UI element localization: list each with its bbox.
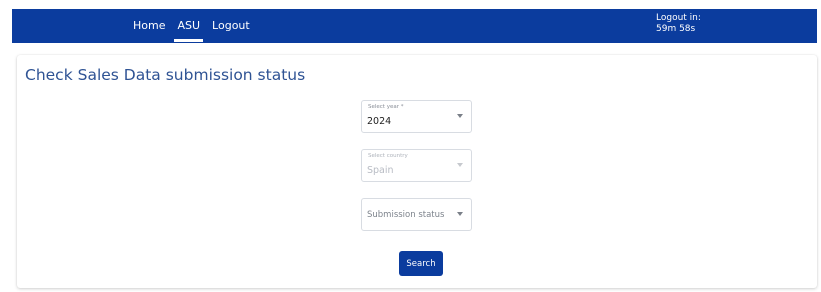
status-check-card: Check Sales Data submission status Selec… bbox=[17, 55, 817, 288]
year-select[interactable]: Select year * 2024 bbox=[361, 100, 472, 133]
top-navigation-bar: Home ASU Logout Logout in: 59m 58s bbox=[12, 9, 817, 43]
chevron-down-icon bbox=[457, 163, 463, 167]
main-nav: Home ASU Logout bbox=[130, 9, 259, 43]
session-timer-label: Logout in: bbox=[656, 13, 701, 23]
chevron-down-icon bbox=[457, 212, 463, 216]
submission-status-select[interactable]: Submission status bbox=[361, 198, 472, 231]
nav-asu-link[interactable]: ASU bbox=[174, 9, 203, 43]
session-timer-countdown: 59m 58s bbox=[656, 24, 696, 34]
nav-home-link[interactable]: Home bbox=[130, 9, 168, 43]
country-select: Select country Spain bbox=[361, 149, 472, 182]
country-select-value: Spain bbox=[367, 165, 394, 176]
year-select-value: 2024 bbox=[367, 116, 392, 127]
search-button[interactable]: Search bbox=[399, 251, 443, 276]
page-title: Check Sales Data submission status bbox=[25, 66, 306, 84]
nav-logout-link[interactable]: Logout bbox=[209, 9, 253, 43]
submission-status-placeholder: Submission status bbox=[367, 210, 445, 220]
year-select-label: Select year * bbox=[368, 104, 404, 110]
country-select-label: Select country bbox=[368, 153, 408, 159]
chevron-down-icon bbox=[457, 114, 463, 118]
session-timer: Logout in: 59m 58s bbox=[656, 13, 701, 35]
